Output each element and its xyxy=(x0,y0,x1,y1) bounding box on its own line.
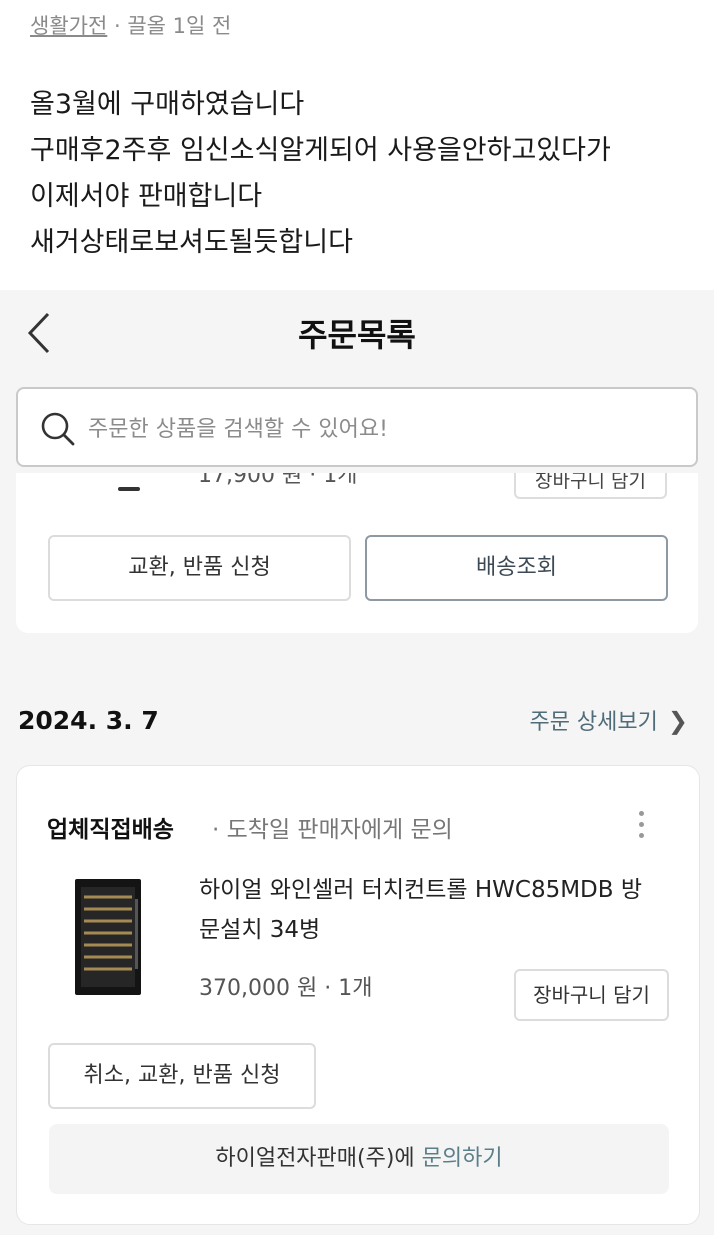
quantity-value: · 1개 xyxy=(324,976,373,1001)
order-date: 2024. 3. 7 xyxy=(18,706,159,735)
order-detail-label: 주문 상세보기 xyxy=(529,710,658,735)
search-input[interactable]: 주문한 상품을 검색할 수 있어요! xyxy=(16,387,698,467)
search-icon xyxy=(41,412,75,446)
seller-inquiry-bar: 하이얼전자판매(주)에 문의하기 xyxy=(49,1124,669,1194)
order-date-row: 2024. 3. 7 주문 상세보기 ❯ xyxy=(0,690,714,750)
top-bar: 주문목록 xyxy=(0,290,714,380)
shipping-note: · 도착일 판매자에게 문의 xyxy=(212,817,453,843)
tracking-button[interactable]: 배송조회 xyxy=(365,535,668,601)
cancel-exchange-return-button[interactable]: 취소, 교환, 반품 신청 xyxy=(48,1043,316,1109)
post-line: 올3월에 구매하였습니다 xyxy=(30,89,305,120)
post-time: · 끌올 1일 전 xyxy=(113,14,232,38)
previous-price-partial: 17,900 원 · 1개 xyxy=(198,473,358,488)
post-meta: 생활가전 · 끌올 1일 전 xyxy=(30,10,231,40)
order-detail-link[interactable]: 주문 상세보기 ❯ xyxy=(529,704,688,736)
more-vertical-icon xyxy=(631,811,651,838)
add-to-cart-button[interactable]: 장바구니 담기 xyxy=(514,969,669,1021)
seller-name: 하이얼전자판매(주)에 xyxy=(215,1146,415,1171)
wine-cellar-product-image[interactable] xyxy=(75,879,141,995)
price-value: 370,000 원 xyxy=(199,976,318,1001)
inquiry-link[interactable]: 문의하기 xyxy=(422,1146,503,1171)
order-list-screen: 주문목록 주문한 상품을 검색할 수 있어요! 17,900 원 · 1개 장바… xyxy=(0,290,714,1235)
page-title: 주문목록 xyxy=(298,316,416,354)
exchange-return-button[interactable]: 교환, 반품 신청 xyxy=(48,535,351,601)
order-card: 업체직접배송 · 도착일 판매자에게 문의 하이얼 와인셀러 터치컨트롤 HWC… xyxy=(16,765,700,1225)
post-line: 구매후2주후 임신소식알게되어 사용을안하고있다가 xyxy=(30,135,611,166)
more-options-button[interactable] xyxy=(631,806,651,846)
chevron-right-icon: ❯ xyxy=(667,707,688,735)
post-category-link[interactable]: 생활가전 xyxy=(30,14,107,38)
post-line: 새거상태로보셔도될듯합니다 xyxy=(30,227,353,258)
post-body: 올3월에 구매하였습니다 구매후2주후 임신소식알게되어 사용을안하고있다가 이… xyxy=(30,82,611,266)
post-line: 이제서야 판매합니다 xyxy=(30,181,263,212)
previous-order-card: 17,900 원 · 1개 장바구니 담기 교환, 반품 신청 배송조회 xyxy=(16,473,698,633)
previous-cart-button[interactable]: 장바구니 담기 xyxy=(514,473,667,499)
product-thumbnail-partial xyxy=(118,487,140,491)
product-price: 370,000 원 · 1개 xyxy=(199,970,372,1002)
post-panel: 생활가전 · 끌올 1일 전 올3월에 구매하였습니다 구매후2주후 임신소식알… xyxy=(0,0,714,290)
product-name[interactable]: 하이얼 와인셀러 터치컨트롤 HWC85MDB 방문설치 34병 xyxy=(199,870,659,950)
shipping-type: 업체직접배송 xyxy=(47,817,174,843)
search-placeholder: 주문한 상품을 검색할 수 있어요! xyxy=(88,417,388,442)
